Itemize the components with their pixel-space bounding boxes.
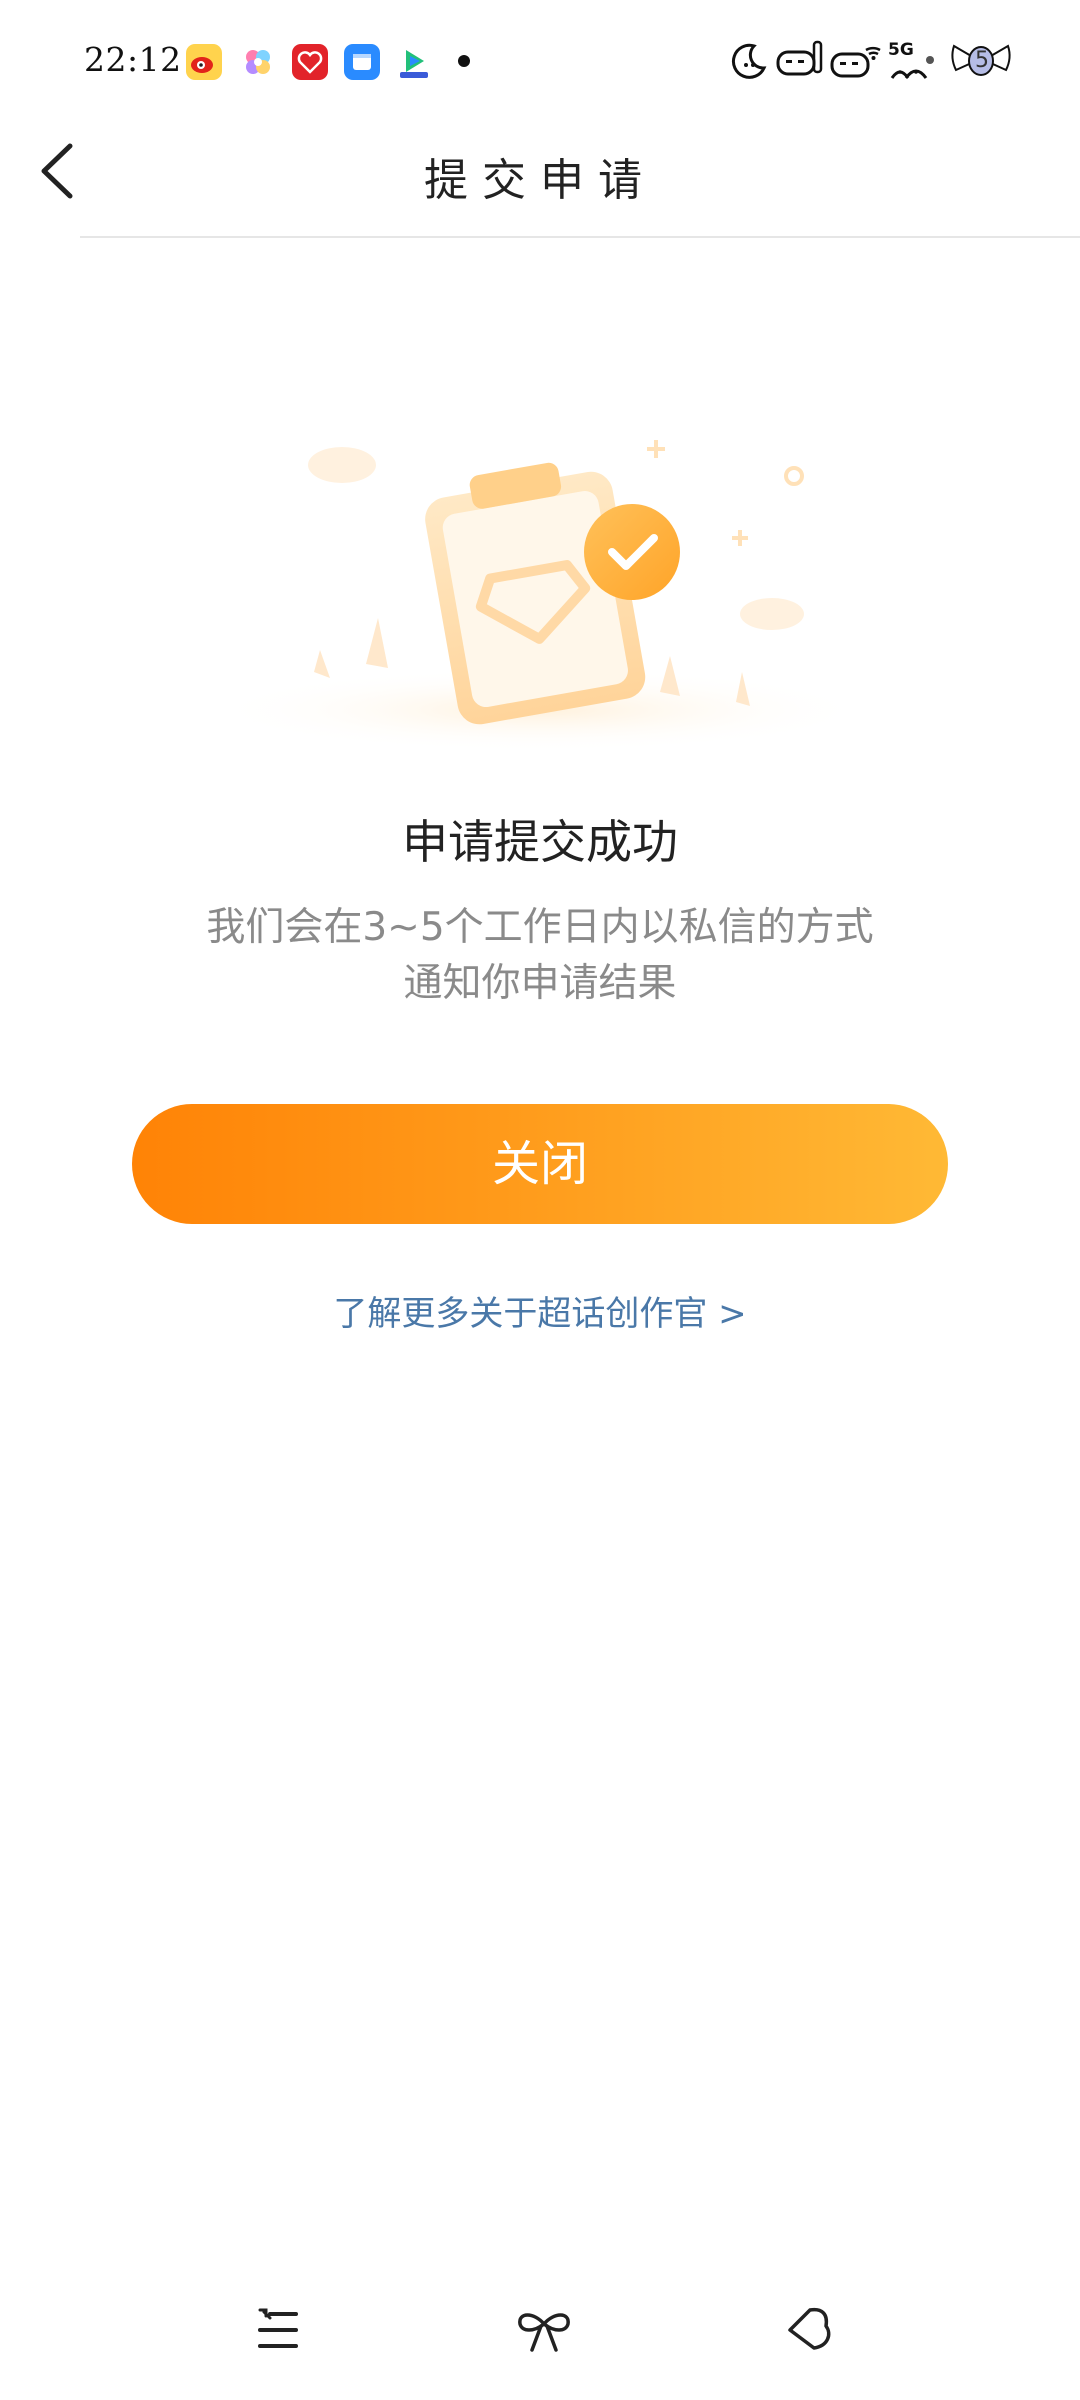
pinwheel-app-icon [240, 44, 276, 80]
result-description-line: 通知你申请结果 [403, 961, 677, 1006]
bow-icon[interactable] [514, 2300, 574, 2360]
tree-shape [314, 650, 330, 678]
menu-list-icon[interactable] [248, 2300, 308, 2360]
cloud-shape [308, 447, 376, 483]
more-notifications-dot [458, 55, 470, 67]
alarm-icon [776, 40, 823, 76]
cloud-shape [740, 598, 804, 630]
video-app-icon [396, 44, 432, 80]
success-clipboard-illustration [210, 440, 870, 750]
check-badge [584, 504, 680, 600]
navigation-bar: 提交申请 [0, 120, 1080, 236]
result-description-line: 我们会在3~5个工作日内以私信的方式 [206, 905, 874, 950]
sparkle-shape [732, 530, 748, 546]
close-button[interactable]: 关闭 [132, 1104, 948, 1224]
submit-application-success-page: 22:12 5G 5 提交申请 申请提交成功 我们会在3~5个工作日内以私信的方… [0, 0, 1080, 2400]
red-heart-app-icon [292, 44, 328, 80]
moon-icon [731, 43, 767, 79]
learn-more-link[interactable]: 了解更多关于超话创作官 > [0, 1286, 1080, 1335]
back-diamond-icon[interactable] [780, 2300, 840, 2360]
blue-window-app-icon [344, 44, 380, 80]
tree-shape [366, 618, 388, 668]
nav-divider [80, 236, 1080, 238]
wifi-icon [830, 46, 881, 78]
sparkle-shape [647, 440, 665, 458]
weibo-app-icon [186, 44, 222, 80]
status-time: 22:12 [84, 40, 182, 79]
result-title: 申请提交成功 [402, 815, 678, 869]
result-description: 我们会在3~5个工作日内以私信的方式 通知你申请结果 [170, 900, 910, 1012]
page-title: 提交申请 [424, 155, 656, 206]
system-navigation-bar [0, 2290, 1080, 2380]
signal-icon [890, 56, 934, 79]
battery-level-badge: 5 [975, 48, 989, 73]
sparkle-shape [784, 466, 804, 486]
status-bar: 22:12 5G 5 [0, 0, 1080, 120]
